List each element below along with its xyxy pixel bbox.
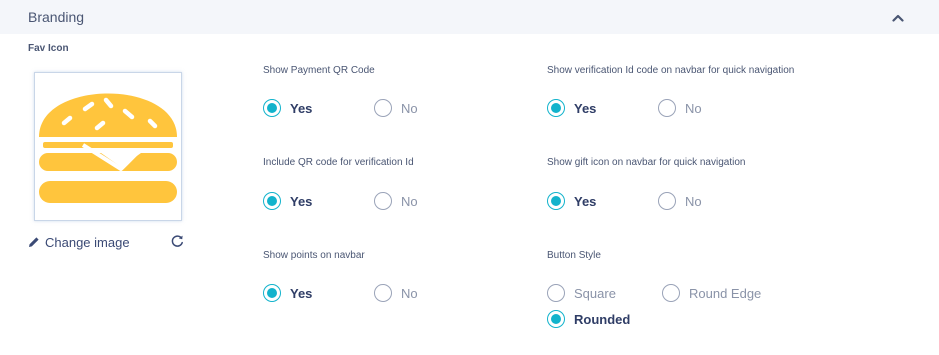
section-title: Branding	[28, 9, 85, 25]
setting-label: Button Style	[547, 250, 601, 261]
setting-gift-navbar: Show gift icon on navbar for quick navig…	[547, 157, 867, 210]
payment-qr-no-radio[interactable]: No	[374, 99, 418, 117]
verification-navbar-yes-radio[interactable]: Yes	[547, 99, 596, 117]
radio-label: Yes	[574, 193, 597, 209]
pencil-icon	[29, 237, 39, 247]
setting-payment-qr: Show Payment QR Code Yes No	[263, 65, 513, 117]
setting-label: Include QR code for verification Id	[263, 157, 414, 168]
points-navbar-yes-radio[interactable]: Yes	[263, 284, 312, 302]
button-style-round-edge-radio[interactable]: Round Edge	[662, 284, 761, 302]
points-navbar-no-radio[interactable]: No	[374, 284, 418, 302]
radio-button-checked[interactable]	[263, 284, 281, 302]
fav-icon-label: Fav Icon	[28, 43, 69, 54]
radio-button-checked[interactable]	[547, 99, 565, 117]
radio-button[interactable]	[374, 284, 392, 302]
setting-qr-verification: Include QR code for verification Id Yes …	[263, 157, 513, 210]
setting-label: Show verification Id code on navbar for …	[547, 65, 795, 76]
radio-label: No	[401, 285, 418, 301]
radio-button[interactable]	[658, 192, 676, 210]
gift-navbar-no-radio[interactable]: No	[658, 192, 702, 210]
chevron-up-icon	[892, 14, 904, 22]
radio-label: No	[685, 100, 702, 116]
radio-label: No	[401, 193, 418, 209]
radio-label: Round Edge	[689, 285, 762, 301]
setting-label: Show gift icon on navbar for quick navig…	[547, 157, 746, 168]
radio-label: No	[401, 100, 418, 116]
button-style-rounded-radio[interactable]: Rounded	[547, 310, 630, 328]
radio-button-checked[interactable]	[547, 310, 565, 328]
setting-verification-navbar: Show verification Id code on navbar for …	[547, 65, 867, 117]
gift-navbar-yes-radio[interactable]: Yes	[547, 192, 596, 210]
radio-button-checked[interactable]	[263, 192, 281, 210]
collapse-button[interactable]	[888, 9, 908, 27]
radio-label: Yes	[290, 285, 313, 301]
reset-image-button[interactable]	[170, 234, 185, 249]
radio-label: No	[685, 193, 702, 209]
radio-button-checked[interactable]	[263, 99, 281, 117]
qr-verification-yes-radio[interactable]: Yes	[263, 192, 312, 210]
setting-label: Show points on navbar	[263, 250, 365, 261]
change-image-button[interactable]: Change image	[28, 233, 130, 251]
verification-navbar-no-radio[interactable]: No	[658, 99, 702, 117]
burger-icon	[39, 93, 177, 203]
radio-button[interactable]	[374, 192, 392, 210]
section-header: Branding	[0, 0, 939, 34]
radio-label: Yes	[290, 100, 313, 116]
refresh-icon	[171, 235, 183, 247]
change-image-label: Change image	[45, 234, 130, 250]
radio-label: Rounded	[574, 311, 631, 327]
qr-verification-no-radio[interactable]: No	[374, 192, 418, 210]
radio-button[interactable]	[374, 99, 392, 117]
setting-button-style: Button Style Square Round Edge Rounded	[547, 250, 867, 330]
radio-button[interactable]	[658, 99, 676, 117]
radio-button[interactable]	[662, 284, 680, 302]
fav-icon-preview	[34, 72, 182, 221]
radio-label: Yes	[290, 193, 313, 209]
setting-points-navbar: Show points on navbar Yes No	[263, 250, 513, 302]
radio-label: Yes	[574, 100, 597, 116]
radio-button[interactable]	[547, 284, 565, 302]
button-style-square-radio[interactable]: Square	[547, 284, 616, 302]
radio-label: Square	[574, 285, 616, 301]
setting-label: Show Payment QR Code	[263, 65, 375, 76]
payment-qr-yes-radio[interactable]: Yes	[263, 99, 312, 117]
radio-button-checked[interactable]	[547, 192, 565, 210]
